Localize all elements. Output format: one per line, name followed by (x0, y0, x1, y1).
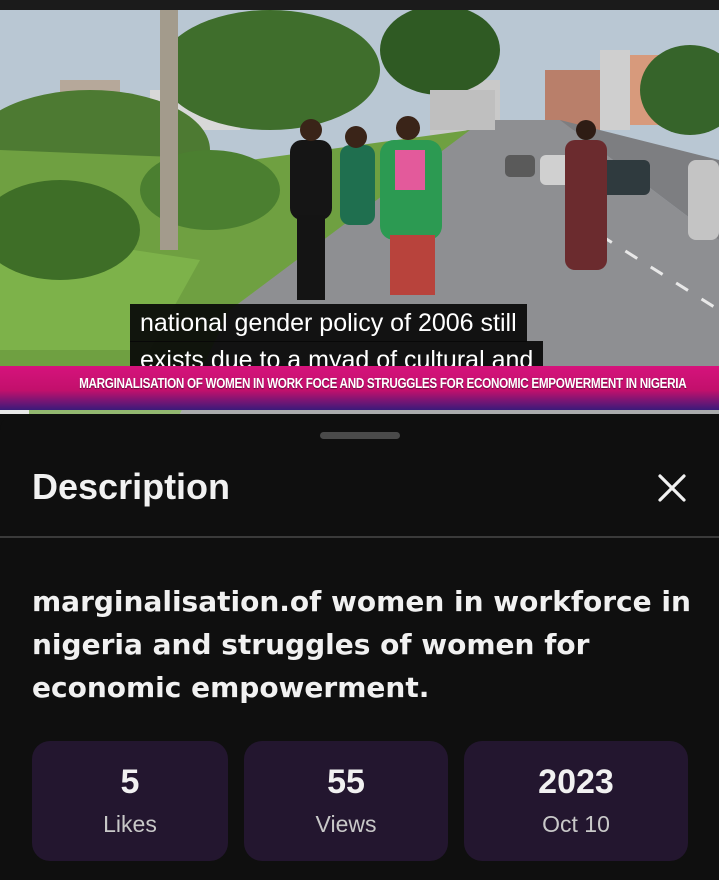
publish-date: Oct 10 (542, 811, 610, 837)
close-icon (658, 474, 686, 502)
views-stat: 55 Views (244, 741, 448, 861)
caption-line-1: national gender policy of 2006 still (130, 304, 527, 342)
sheet-title: Description (32, 466, 231, 507)
likes-stat: 5 Likes (32, 741, 228, 861)
divider (0, 536, 719, 538)
video-player[interactable]: national gender policy of 2006 still exi… (0, 10, 719, 414)
news-ticker: MARGINALISATION OF WOMEN IN WORK FOCE AN… (0, 366, 719, 410)
ticker-text: MARGINALISATION OF WOMEN IN WORK FOCE AN… (79, 375, 687, 392)
views-label: Views (315, 811, 377, 837)
date-stat: 2023 Oct 10 (464, 741, 688, 861)
description-sheet: Description marginalisation.of women in … (0, 414, 719, 880)
close-button[interactable] (648, 464, 696, 512)
publish-year: 2023 (538, 763, 614, 801)
likes-count: 5 (120, 763, 140, 801)
views-count: 55 (327, 763, 365, 801)
likes-label: Likes (103, 811, 157, 837)
drag-handle[interactable] (320, 432, 400, 439)
status-bar-strip (0, 0, 719, 10)
video-description: marginalisation.of women in workforce in… (32, 585, 691, 704)
